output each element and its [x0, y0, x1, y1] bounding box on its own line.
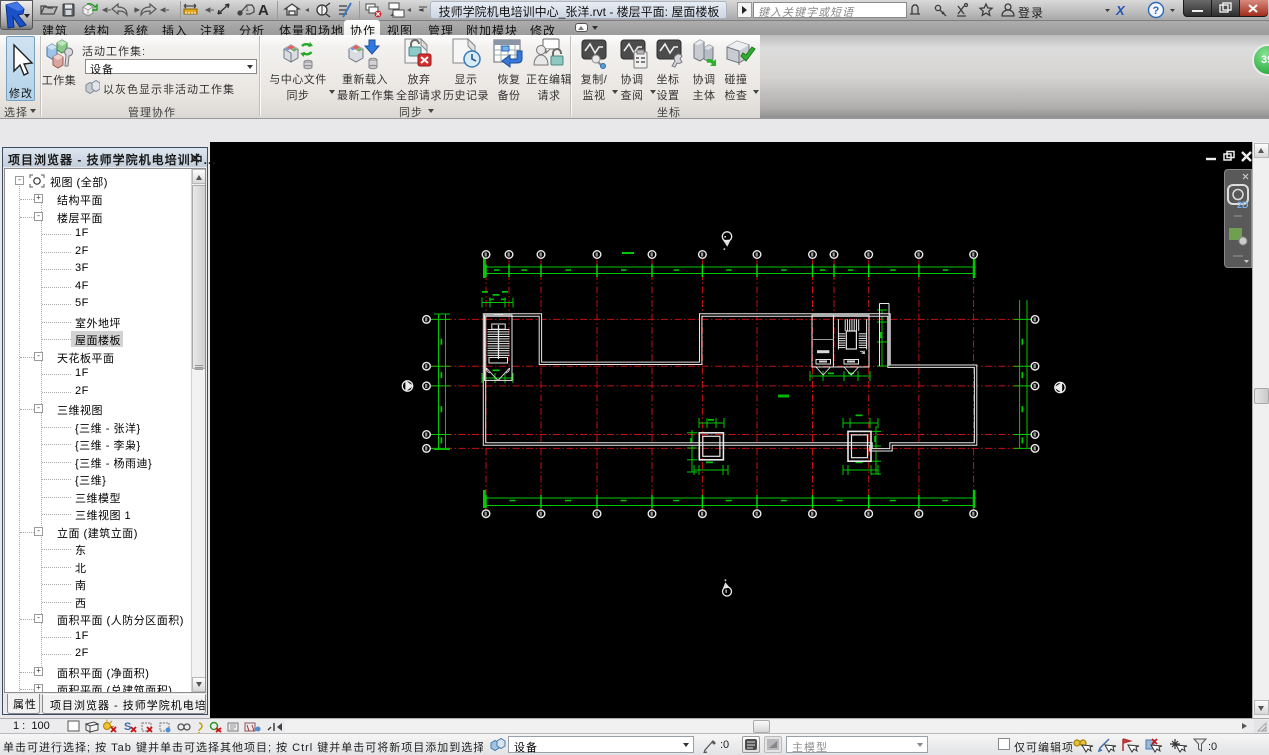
svg-text:S: S [124, 721, 131, 733]
svg-text:1: 1 [245, 6, 249, 13]
svg-text:A: A [258, 2, 269, 19]
svg-text:X: X [1115, 3, 1126, 18]
svg-text:2D: 2D [1237, 200, 1249, 210]
svg-text:?: ? [1153, 5, 1160, 17]
